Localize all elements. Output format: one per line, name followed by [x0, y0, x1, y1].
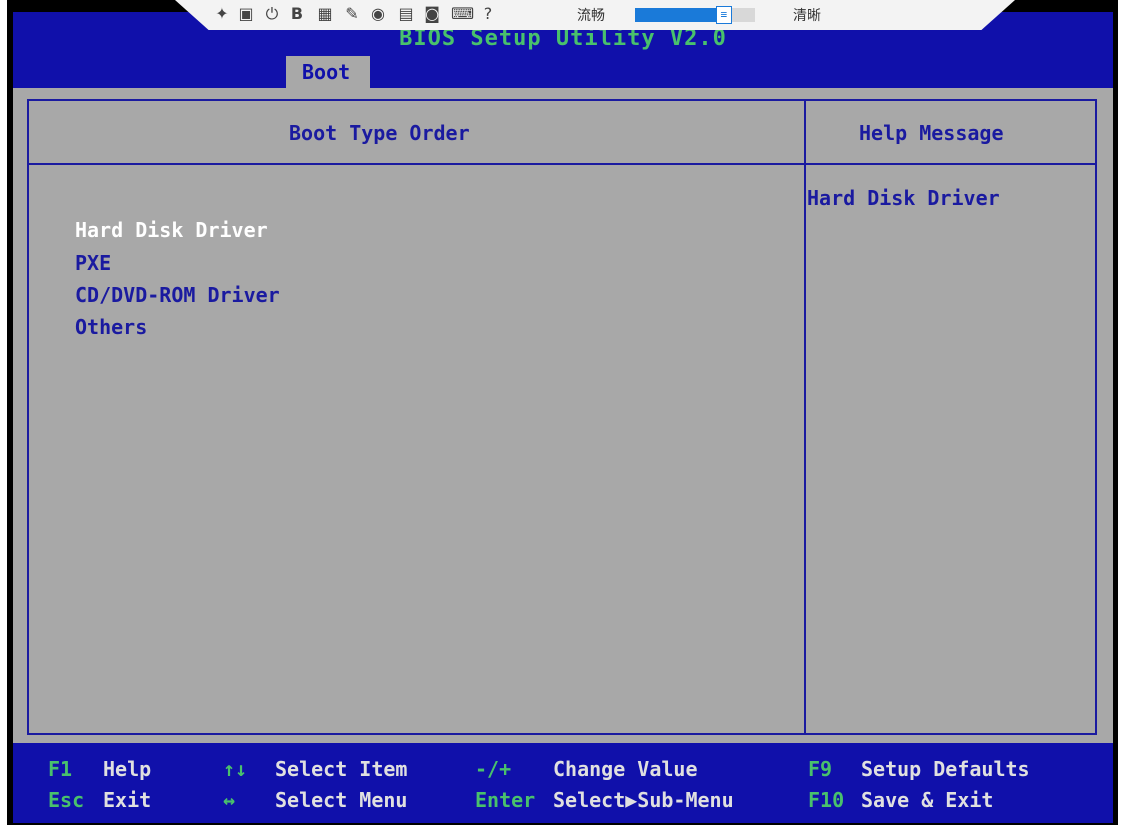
header-divider — [29, 163, 1095, 165]
tool-icon[interactable]: ✎ — [343, 5, 361, 23]
key-left-right-desc: Select Menu — [275, 788, 408, 812]
key-enter-desc: Select▶Sub-Menu — [553, 788, 734, 812]
quality-slider[interactable]: ≡ — [635, 6, 755, 24]
key-f9: F9 — [808, 757, 833, 781]
record-icon[interactable]: ◉ — [369, 5, 387, 23]
key-f10: F10 — [808, 788, 845, 812]
key-esc: Esc — [48, 788, 85, 812]
keyboard-icon[interactable]: ⌨ — [451, 5, 474, 23]
boot-type-order-header: Boot Type Order — [289, 121, 470, 145]
key-plus-minus-desc: Change Value — [553, 757, 698, 781]
image-icon[interactable]: ▣ — [237, 5, 255, 23]
bios-footer: F1 Help Esc Exit ↑↓ Select Item ↔ Select… — [13, 743, 1113, 823]
help-icon[interactable]: ? — [479, 5, 497, 23]
video-icon[interactable]: ◙ — [423, 5, 441, 23]
boot-item-pxe[interactable]: PXE — [75, 251, 111, 275]
tab-boot[interactable]: Boot — [286, 56, 370, 88]
boot-item-others[interactable]: Others — [75, 315, 147, 339]
boot-item-cd-dvd[interactable]: CD/DVD-ROM Driver — [75, 283, 280, 307]
screen-icon[interactable]: ▦ — [316, 5, 334, 23]
key-f1: F1 — [48, 757, 73, 781]
key-left-right: ↔ — [223, 788, 236, 812]
column-divider — [804, 101, 806, 733]
quality-smooth-label: 流畅 — [577, 8, 605, 24]
quality-slider-fill — [635, 8, 724, 22]
remote-console-toolbar: ✦ ▣ ⏻ B ▦ ✎ ◉ ▤ ◙ ⌨ ? 流畅 ≡ 清晰 — [175, 0, 1015, 30]
key-f10-desc: Save & Exit — [861, 788, 994, 812]
key-f1-desc: Help — [103, 757, 152, 781]
bios-main-panel: Boot Type Order Help Message Hard Disk D… — [13, 88, 1113, 743]
quality-slider-thumb[interactable]: ≡ — [715, 6, 732, 24]
power-icon[interactable]: ⏻ — [263, 5, 281, 23]
boot-frame: Boot Type Order Help Message Hard Disk D… — [27, 99, 1097, 735]
save-icon[interactable]: ▤ — [397, 5, 415, 23]
key-esc-desc: Exit — [103, 788, 152, 812]
b-icon[interactable]: B — [288, 5, 306, 23]
quality-clear-label: 清晰 — [793, 8, 821, 24]
key-up-down-desc: Select Item — [275, 757, 408, 781]
key-enter: Enter — [475, 788, 536, 812]
pin-icon[interactable]: ✦ — [213, 5, 231, 23]
help-message-header: Help Message — [859, 121, 1004, 145]
key-f9-desc: Setup Defaults — [861, 757, 1030, 781]
key-up-down: ↑↓ — [223, 757, 248, 781]
boot-item-hard-disk[interactable]: Hard Disk Driver — [75, 218, 268, 242]
help-message-text: Hard Disk Driver — [807, 186, 1000, 210]
key-plus-minus: -/+ — [475, 757, 512, 781]
